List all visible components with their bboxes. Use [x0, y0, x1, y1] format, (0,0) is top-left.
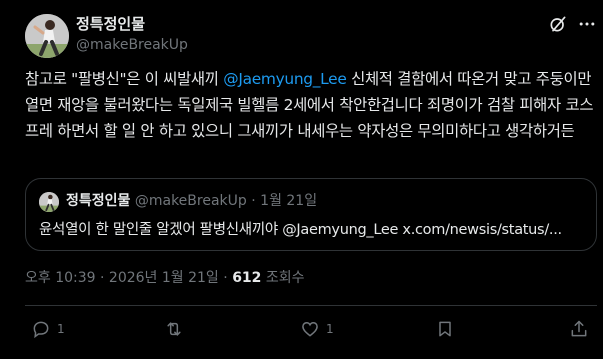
tweet: 정특정인물 @makeBreakUp 참고로 "팔병신"은 이 씨발새끼 @Ja… — [0, 0, 603, 359]
quote-date: 1월 21일 — [260, 193, 318, 209]
tweet-meta: 오후 10:39 · 2026년 1월 21일 · 612 조회수 — [25, 268, 305, 288]
author-name[interactable]: 정특정인물 — [76, 14, 145, 34]
retweet-button[interactable] — [164, 318, 190, 340]
avatar[interactable] — [25, 14, 69, 58]
share-button[interactable] — [569, 318, 589, 340]
more-icon[interactable] — [577, 14, 597, 34]
tweet-text: 참고로 "팔병신"은 이 씨발새끼 @Jaemyung_Lee 신체적 결함에서… — [25, 66, 597, 144]
quoted-tweet[interactable]: 정특정인물 @makeBreakUp · 1월 21일 윤석열이 한 말인줄 알… — [25, 178, 597, 251]
reply-icon — [33, 321, 49, 339]
like-button[interactable]: 1 — [300, 318, 334, 340]
quote-avatar — [39, 192, 59, 212]
bookmark-icon — [439, 321, 451, 337]
mention-link[interactable]: @Jaemyung_Lee — [223, 70, 347, 88]
like-icon — [302, 321, 318, 337]
tweet-time[interactable]: 오후 10:39 — [25, 270, 96, 286]
quote-header: 정특정인물 @makeBreakUp · 1월 21일 — [66, 192, 317, 210]
retweet-icon — [167, 322, 181, 336]
views-count: 612 — [232, 270, 262, 286]
quote-text: 윤석열이 한 말인줄 알겠어 팔병신새끼야 @Jaemyung_Lee x.co… — [39, 222, 562, 238]
bookmark-button[interactable] — [435, 318, 455, 340]
share-icon — [571, 320, 587, 337]
quote-author-handle: @makeBreakUp — [134, 193, 247, 209]
meta-separator: · — [95, 270, 109, 286]
tweet-date[interactable]: 2026년 1월 21일 — [109, 270, 219, 286]
divider — [25, 305, 597, 306]
quote-separator: · — [246, 193, 261, 209]
grok-icon[interactable] — [548, 14, 568, 34]
reply-count: 1 — [57, 322, 65, 336]
meta-separator-2: · — [218, 270, 233, 286]
like-count: 1 — [326, 322, 334, 336]
tweet-text-before: 참고로 "팔병신"은 이 씨발새끼 — [25, 70, 224, 88]
quote-author-name: 정특정인물 — [66, 193, 131, 209]
reply-button[interactable]: 1 — [31, 318, 65, 340]
views-label: 조회수 — [261, 270, 305, 286]
author-handle[interactable]: @makeBreakUp — [76, 36, 188, 54]
